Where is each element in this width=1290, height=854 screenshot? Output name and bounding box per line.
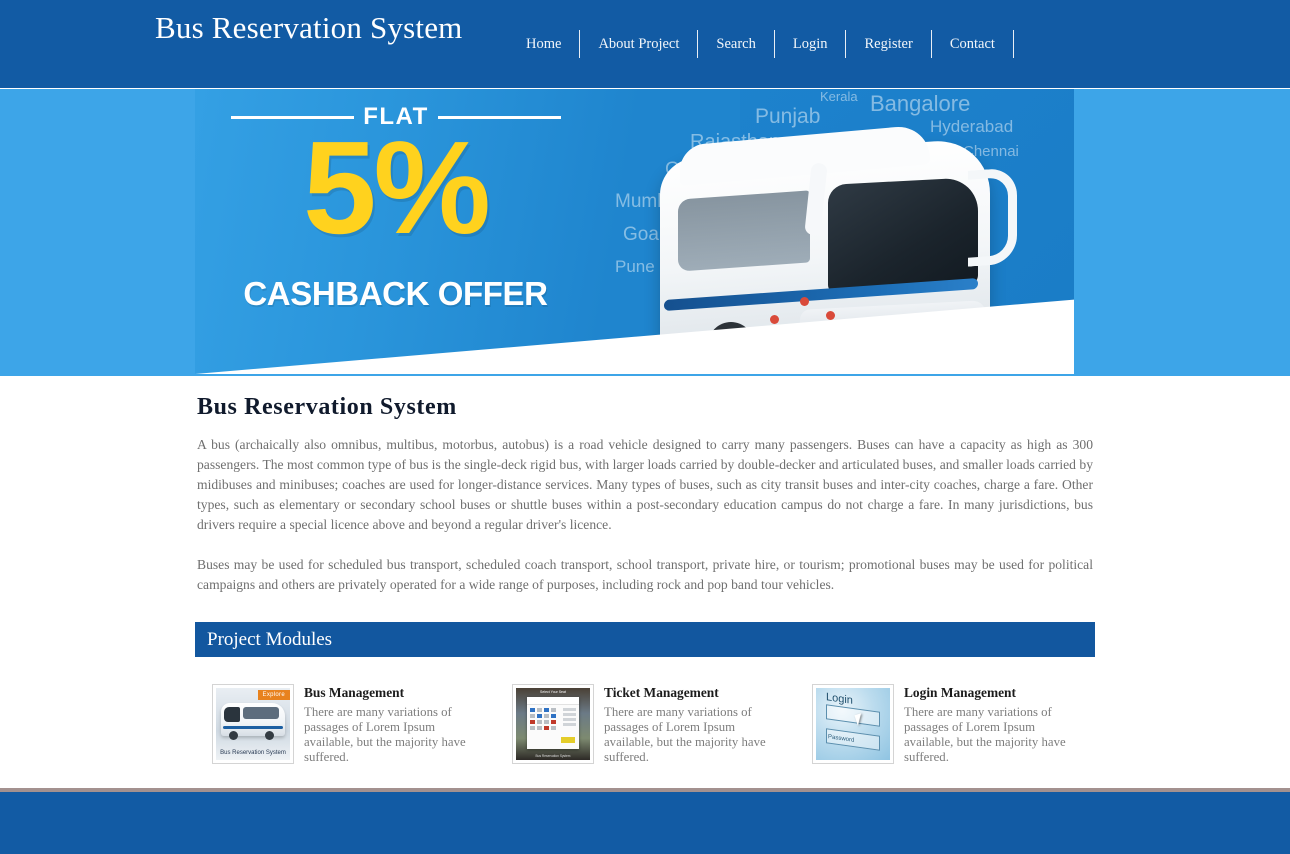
bus-side-window <box>678 190 810 272</box>
project-modules-title: Project Modules <box>207 629 333 650</box>
module-thumbnail-login[interactable]: Login Password <box>812 684 894 764</box>
nav-item-contact[interactable]: Contact <box>932 30 1013 58</box>
ticket-thumb-top-label: Select Your Seat <box>540 690 566 694</box>
banner-city-label: Bangalore <box>870 91 971 116</box>
bus-thumb-wheel <box>229 731 238 740</box>
module-thumbnail-bus[interactable]: Explore Bus Reservation System <box>212 684 294 764</box>
banner-cashback-label: CASHBACK OFFER <box>243 275 548 312</box>
bus-marker-light <box>826 311 835 320</box>
seat-confirm-button <box>561 737 575 743</box>
banner-city-label: Punjab <box>755 105 821 128</box>
nav-item-about-project[interactable]: About Project <box>580 30 697 58</box>
ticket-thumb-bottom-label: Bus Reservation System <box>535 754 571 758</box>
seat <box>544 726 549 730</box>
seat <box>537 726 542 730</box>
seat <box>530 726 535 730</box>
seat <box>544 720 549 724</box>
promo-banner-image[interactable]: FLAT 5% CASHBACK OFFER Kerala Bangalore Pu… <box>195 89 1074 374</box>
seat <box>537 714 542 718</box>
seat <box>551 720 556 724</box>
bus-thumb-vehicle <box>221 703 285 740</box>
legend-swatch <box>563 718 576 721</box>
bus-thumb-wheel <box>265 731 274 740</box>
bus-thumb-caption: Bus Reservation System <box>220 750 286 756</box>
project-modules-header: Project Modules <box>195 622 1095 657</box>
legend-swatch <box>563 713 576 716</box>
seat-selection-panel <box>527 697 579 749</box>
legend-swatch <box>563 708 576 711</box>
module-description-bus: There are many variations of passages of… <box>304 705 466 764</box>
module-title-ticket: Ticket Management <box>604 685 719 700</box>
bus-marker-light <box>770 315 779 324</box>
site-header: Bus Reservation System Home About Projec… <box>0 0 1290 88</box>
seat <box>530 708 535 712</box>
seat <box>537 720 542 724</box>
project-modules-list: Explore Bus Reservation System Bus Manag… <box>195 684 1095 765</box>
bus-mirror-right <box>968 167 1017 267</box>
seat <box>537 708 542 712</box>
seat-grid <box>530 708 556 730</box>
seat <box>551 708 556 712</box>
site-footer <box>0 792 1290 854</box>
banner-percent-label: 5% <box>303 114 491 261</box>
seat-panel-header <box>527 697 579 705</box>
main-navigation: Home About Project Search Login Register… <box>508 30 1014 58</box>
nav-item-search[interactable]: Search <box>698 30 773 58</box>
nav-item-login[interactable]: Login <box>775 30 846 58</box>
bus-windshield <box>828 177 978 293</box>
seat <box>544 708 549 712</box>
banner-city-label: Pune <box>615 257 655 276</box>
seat <box>551 726 556 730</box>
module-description-ticket: There are many variations of passages of… <box>604 705 766 764</box>
page-title: Bus Reservation System <box>197 394 457 420</box>
legend-swatch <box>563 723 576 726</box>
module-title-login: Login Management <box>904 685 1016 700</box>
module-card-ticket-management[interactable]: Select Your Seat Bus Reservation System … <box>495 684 795 765</box>
seat <box>530 720 535 724</box>
brand-title: Bus Reservation System <box>155 10 463 45</box>
banner-band: FLAT 5% CASHBACK OFFER Kerala Bangalore Pu… <box>0 89 1290 376</box>
main-content: Bus Reservation System A bus (archaicall… <box>195 376 1095 765</box>
bus-marker-light <box>800 297 809 306</box>
explore-badge: Explore <box>257 690 290 700</box>
module-thumbnail-ticket[interactable]: Select Your Seat Bus Reservation System <box>512 684 594 764</box>
seat <box>544 714 549 718</box>
module-title-bus: Bus Management <box>304 685 405 700</box>
nav-divider <box>1012 30 1014 58</box>
seat <box>530 714 535 718</box>
nav-item-home[interactable]: Home <box>508 30 579 58</box>
seat-legend <box>563 708 576 726</box>
bus-thumb-windshield <box>224 707 240 722</box>
module-card-login-management[interactable]: Login Password Login Management There ar… <box>795 684 1095 765</box>
module-card-bus-management[interactable]: Explore Bus Reservation System Bus Manag… <box>195 684 495 765</box>
module-description-login: There are many variations of passages of… <box>904 705 1066 764</box>
seat <box>551 714 556 718</box>
intro-paragraph-1: A bus (archaically also omnibus, multibu… <box>197 437 1093 532</box>
nav-item-register[interactable]: Register <box>846 30 930 58</box>
module-text-login: Login Management There are many variatio… <box>904 684 1080 765</box>
bus-thumb-window <box>243 707 279 719</box>
banner-city-label: Kerala <box>820 89 858 104</box>
module-text-bus: Bus Management There are many variations… <box>304 684 480 765</box>
intro-paragraph-2: Buses may be used for scheduled bus tran… <box>197 557 1093 592</box>
module-text-ticket: Ticket Management There are many variati… <box>604 684 780 765</box>
bus-thumb-stripe <box>223 726 283 729</box>
